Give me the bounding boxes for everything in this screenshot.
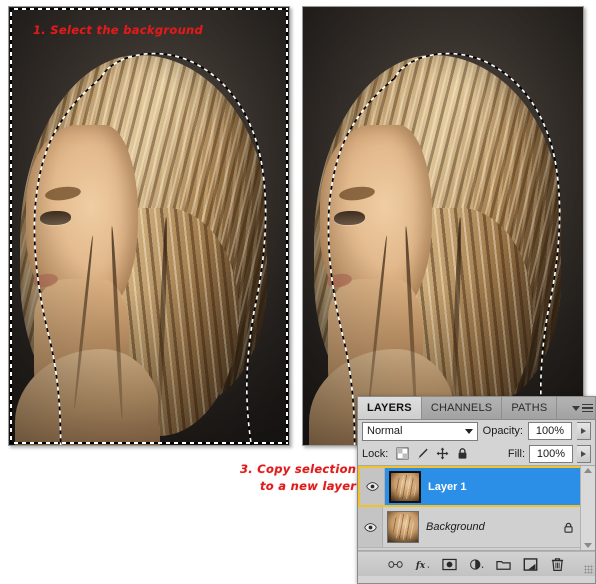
tab-paths[interactable]: PATHS (502, 397, 558, 419)
tab-bar-spacer (557, 397, 569, 419)
blend-mode-select[interactable]: Normal (362, 421, 478, 441)
layer-list-scrollbar[interactable] (580, 466, 595, 550)
scroll-up-icon[interactable] (584, 468, 592, 473)
opacity-value: 100% (535, 425, 565, 437)
chevron-right-icon (581, 428, 586, 434)
tab-paths-label: PATHS (511, 402, 548, 414)
layer-visibility-toggle[interactable] (360, 468, 385, 505)
background-thumbnail[interactable] (387, 511, 419, 543)
opacity-slider-button[interactable] (577, 422, 591, 440)
opacity-input[interactable]: 100% (528, 422, 572, 440)
lock-buttons (396, 447, 469, 460)
image-panel-select-background[interactable]: 1. Select the background (8, 6, 290, 446)
lock-all-icon[interactable] (456, 447, 469, 460)
tab-layers-label: LAYERS (367, 402, 412, 414)
tab-channels[interactable]: CHANNELS (421, 397, 503, 419)
chevron-down-icon (571, 405, 580, 411)
layers-panel[interactable]: LAYERS CHANNELS PATHS Normal Opacity: 10… (357, 396, 596, 584)
resize-grip[interactable] (584, 565, 593, 574)
scroll-down-icon[interactable] (584, 543, 592, 548)
lock-transparent-pixels-icon[interactable] (396, 447, 409, 460)
layer-style-fx-icon[interactable]: fx (415, 557, 430, 572)
blend-mode-value: Normal (367, 425, 403, 437)
image-panel-inverse-selection[interactable]: 2. inverse selection (302, 6, 584, 446)
panel-tab-bar: LAYERS CHANNELS PATHS (358, 397, 595, 420)
lock-row: Lock: Fill: 100% (358, 442, 595, 466)
new-adjustment-layer-icon[interactable] (469, 557, 484, 572)
blend-mode-row: Normal Opacity: 100% (358, 420, 595, 442)
eye-icon (363, 522, 377, 532)
eye-shape (39, 210, 71, 225)
photo-canvas-right (303, 7, 583, 445)
delete-layer-icon[interactable] (550, 557, 565, 572)
tab-channels-label: CHANNELS (430, 402, 493, 414)
eye-shape (333, 210, 365, 225)
link-layers-icon[interactable] (388, 557, 403, 572)
layer-1-thumbnail[interactable] (389, 470, 421, 503)
layer-visibility-toggle[interactable] (358, 507, 383, 547)
annotation-step-1: 1. Select the background (33, 23, 204, 37)
panel-menu-icon[interactable] (569, 397, 595, 419)
fill-label: Fill: (507, 447, 525, 460)
table-row[interactable]: Background (358, 507, 595, 548)
opacity-label: Opacity: (482, 425, 523, 437)
lock-icon (564, 522, 573, 533)
photo-canvas-left (9, 7, 289, 445)
new-group-icon[interactable] (496, 557, 511, 572)
chevron-right-icon (581, 450, 586, 457)
lock-position-icon[interactable] (436, 447, 449, 460)
new-layer-icon[interactable] (523, 557, 538, 572)
svg-text:fx: fx (415, 559, 426, 570)
fill-slider-button[interactable] (577, 444, 591, 463)
lock-image-pixels-icon[interactable] (416, 447, 429, 460)
tab-layers[interactable]: LAYERS (358, 397, 422, 419)
layer-list[interactable]: Layer 1 Background (358, 466, 595, 551)
fill-controls: Fill: 100% (507, 444, 591, 463)
fill-input[interactable]: 100% (529, 444, 573, 463)
table-row[interactable]: Layer 1 (358, 466, 595, 507)
chevron-down-icon (464, 428, 473, 434)
layer-name: Background (426, 521, 485, 533)
lock-label: Lock: (362, 447, 389, 460)
fill-value: 100% (536, 447, 566, 460)
hamburger-icon (581, 403, 593, 413)
layers-panel-footer: fx (358, 551, 595, 576)
add-layer-mask-icon[interactable] (442, 557, 457, 572)
eye-icon (365, 482, 379, 491)
layer-name: Layer 1 (428, 480, 467, 493)
annotation-step-3: 3. Copy selection to a new layer (240, 462, 357, 493)
